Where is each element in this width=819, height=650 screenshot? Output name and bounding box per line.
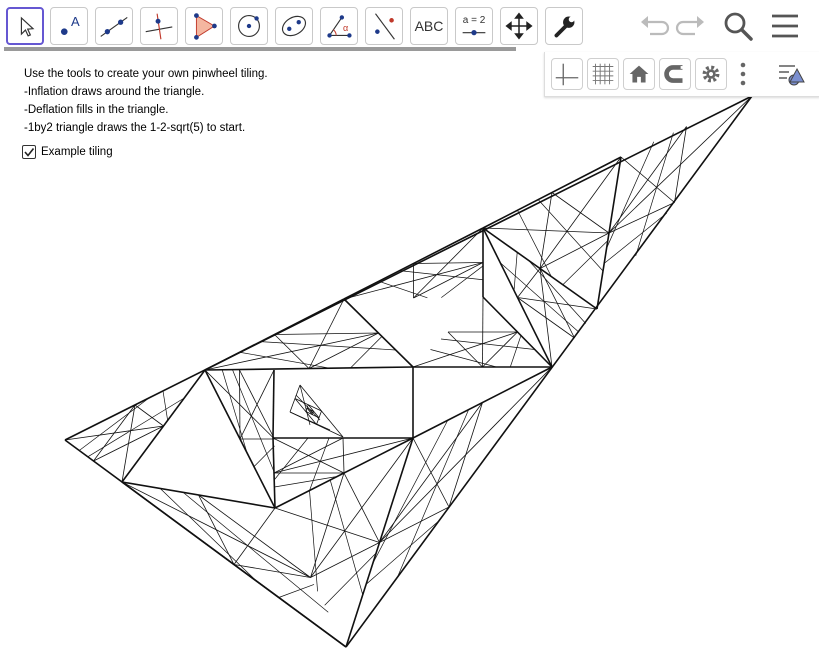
instruction-line: -1by2 triangle draws the 1-2-sqrt(5) to … bbox=[24, 122, 246, 134]
more-vertical-icon bbox=[740, 62, 746, 86]
tiling-edge bbox=[233, 564, 311, 578]
tiling-edge bbox=[412, 331, 518, 368]
tiling-edge bbox=[272, 369, 275, 439]
instruction-line: -Inflation draws around the triangle. bbox=[24, 86, 205, 98]
grid-icon bbox=[592, 63, 614, 85]
checkbox-label: Example tiling bbox=[41, 146, 113, 158]
standard-view-button[interactable] bbox=[623, 58, 655, 90]
axes-icon bbox=[555, 63, 579, 86]
tiling-edge bbox=[430, 349, 497, 368]
more-options-button[interactable] bbox=[733, 58, 753, 90]
tiling-edge bbox=[253, 445, 275, 467]
tiling-edge bbox=[539, 232, 610, 269]
toggle-style-bar-button[interactable] bbox=[775, 58, 811, 90]
tiling-edge bbox=[500, 262, 580, 333]
tiling-edge bbox=[162, 390, 168, 421]
toggle-grid-button[interactable] bbox=[587, 58, 619, 90]
checkbox-box[interactable] bbox=[22, 145, 36, 159]
instruction-line: Use the tools to create your own pinwhee… bbox=[24, 68, 268, 80]
tiling-edge bbox=[539, 156, 622, 269]
tiling-edge bbox=[121, 481, 311, 578]
tiling-edge bbox=[440, 338, 535, 350]
toggle-axes-button[interactable] bbox=[551, 58, 583, 90]
tiling-edge bbox=[64, 95, 753, 441]
tiling-edge bbox=[482, 296, 484, 368]
tiling-edge bbox=[134, 404, 164, 427]
instruction-line: -Deflation fills in the triangle. bbox=[24, 104, 169, 116]
checkmark-icon bbox=[24, 148, 35, 157]
tiling-edge bbox=[87, 397, 185, 458]
instructions-text: Use the tools to create your own pinwhee… bbox=[24, 65, 268, 137]
tiling-edge bbox=[397, 409, 469, 578]
tiling-edge bbox=[517, 297, 598, 310]
tiling-edge bbox=[273, 437, 309, 481]
tiling-edge bbox=[412, 437, 450, 508]
tiling-edge bbox=[528, 260, 587, 324]
tiling-edge bbox=[608, 202, 675, 234]
tiling-edge bbox=[562, 240, 609, 285]
tiling-edge bbox=[350, 336, 383, 369]
tiling-edge bbox=[204, 332, 379, 371]
tiling-edge bbox=[79, 397, 150, 451]
tiling-edge bbox=[537, 199, 604, 272]
tiling-edge bbox=[539, 268, 553, 368]
tiling-edge bbox=[608, 95, 753, 234]
tiling-edge bbox=[517, 268, 541, 298]
tiling-edge bbox=[182, 492, 329, 613]
home-icon bbox=[629, 65, 649, 83]
magnet-icon bbox=[664, 65, 686, 83]
tiling-edge bbox=[289, 411, 331, 431]
tiling-edge bbox=[274, 507, 380, 543]
tiling-edge bbox=[329, 479, 364, 595]
tiling-edge bbox=[232, 369, 276, 474]
style-bar-icon bbox=[779, 65, 805, 86]
tiling-edge bbox=[379, 366, 553, 543]
graphics-settings-button[interactable] bbox=[695, 58, 727, 90]
tiling-edge bbox=[441, 265, 484, 298]
graphics-style-bar bbox=[544, 52, 819, 97]
tiling-edge bbox=[513, 252, 518, 291]
tiling-edge bbox=[345, 95, 753, 648]
tiling-edge bbox=[509, 335, 522, 368]
example-tiling-checkbox[interactable]: Example tiling bbox=[22, 145, 113, 159]
gear-icon bbox=[702, 65, 720, 83]
point-capturing-button[interactable] bbox=[659, 58, 691, 90]
